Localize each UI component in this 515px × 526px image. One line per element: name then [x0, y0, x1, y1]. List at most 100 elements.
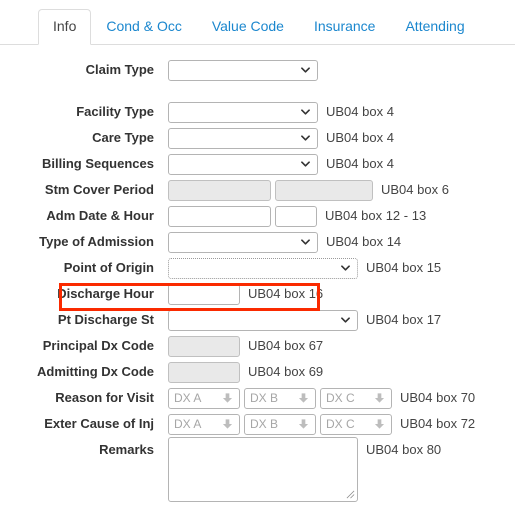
dx-a-placeholder: DX A	[174, 416, 202, 431]
form-row-adm-date-hour: Adm Date & Hour UB04 box 12 - 13	[0, 203, 515, 229]
dx-b-placeholder: DX B	[250, 390, 279, 405]
tab-cond-occ[interactable]: Cond & Occ	[91, 9, 196, 45]
billing-sequences-select[interactable]	[168, 153, 318, 175]
note-discharge-hour: UB04 box 16	[248, 286, 324, 301]
label-exter-cause-of-inj: Exter Cause of Inj	[44, 416, 154, 431]
arrow-down-icon	[298, 393, 309, 404]
controls-exter-cause-of-inj: DX A DX B DX C	[168, 413, 392, 435]
exter-cause-dx-a[interactable]: DX A	[168, 413, 240, 435]
label-principal-dx-code: Principal Dx Code	[42, 338, 154, 353]
controls-reason-for-visit: DX A DX B DX C	[168, 387, 392, 409]
stm-cover-to-input[interactable]	[275, 179, 373, 201]
type-of-admission-select[interactable]	[168, 231, 318, 253]
label-type-of-admission: Type of Admission	[39, 234, 154, 249]
note-billing-sequences: UB04 box 4	[326, 156, 394, 171]
note-principal-dx-code: UB04 box 67	[248, 338, 324, 353]
note-point-of-origin: UB04 box 15	[366, 260, 442, 275]
form-row-remarks: Remarks UB04 box 80	[0, 437, 515, 509]
label-remarks: Remarks	[99, 442, 154, 457]
controls-point-of-origin	[168, 257, 358, 279]
note-reason-for-visit: UB04 box 70	[400, 390, 476, 405]
form-row-care-type: Care Type UB04 box 4	[0, 125, 515, 151]
controls-adm-date-hour	[168, 205, 317, 227]
controls-discharge-hour	[168, 283, 240, 305]
arrow-down-icon	[374, 393, 385, 404]
claim-type-select[interactable]	[168, 59, 318, 81]
chevron-down-icon	[301, 108, 310, 117]
form-row-principal-dx-code: Principal Dx Code UB04 box 67	[0, 333, 515, 359]
note-remarks: UB04 box 80	[366, 442, 442, 457]
label-pt-discharge-st: Pt Discharge St	[57, 312, 154, 327]
adm-hour-input[interactable]	[275, 205, 317, 227]
note-admitting-dx-code: UB04 box 69	[248, 364, 324, 379]
arrow-down-icon	[298, 419, 309, 430]
arrow-down-icon	[222, 419, 233, 430]
controls-care-type	[168, 127, 318, 149]
controls-pt-discharge-st	[168, 309, 358, 331]
controls-facility-type	[168, 101, 318, 123]
controls-principal-dx-code	[168, 335, 240, 357]
controls-claim-type	[168, 59, 318, 81]
arrow-down-icon	[222, 393, 233, 404]
label-billing-sequences: Billing Sequences	[42, 156, 154, 171]
form-row-exter-cause-of-inj: Exter Cause of Inj DX A DX B DX C UB04 b…	[0, 411, 515, 437]
tab-attending[interactable]: Attending	[390, 9, 479, 45]
form-row-billing-sequences: Billing Sequences UB04 box 4	[0, 151, 515, 177]
resize-grip-icon[interactable]	[346, 490, 355, 499]
chevron-down-icon	[301, 160, 310, 169]
reason-for-visit-dx-c[interactable]: DX C	[320, 387, 392, 409]
label-reason-for-visit: Reason for Visit	[55, 390, 154, 405]
controls-stm-cover-period	[168, 179, 373, 201]
note-pt-discharge-st: UB04 box 17	[366, 312, 442, 327]
reason-for-visit-dx-b[interactable]: DX B	[244, 387, 316, 409]
tab-insurance[interactable]: Insurance	[299, 9, 390, 45]
note-exter-cause-of-inj: UB04 box 72	[400, 416, 476, 431]
chevron-down-icon	[301, 66, 310, 75]
reason-for-visit-dx-a[interactable]: DX A	[168, 387, 240, 409]
note-facility-type: UB04 box 4	[326, 104, 394, 119]
tab-value-code[interactable]: Value Code	[197, 9, 299, 45]
point-of-origin-select[interactable]	[168, 257, 358, 279]
label-claim-type: Claim Type	[85, 62, 154, 77]
dx-c-placeholder: DX C	[326, 390, 355, 405]
form-row-admitting-dx-code: Admitting Dx Code UB04 box 69	[0, 359, 515, 385]
adm-date-input[interactable]	[168, 205, 271, 227]
stm-cover-from-input[interactable]	[168, 179, 271, 201]
form-row-stm-cover-period: Stm Cover Period UB04 box 6	[0, 177, 515, 203]
chevron-down-icon	[301, 134, 310, 143]
principal-dx-code-input[interactable]	[168, 335, 240, 357]
label-admitting-dx-code: Admitting Dx Code	[37, 364, 154, 379]
pt-discharge-st-select[interactable]	[168, 309, 358, 331]
exter-cause-dx-b[interactable]: DX B	[244, 413, 316, 435]
controls-billing-sequences	[168, 153, 318, 175]
tab-info[interactable]: Info	[38, 9, 92, 45]
controls-remarks	[168, 437, 358, 502]
care-type-select[interactable]	[168, 127, 318, 149]
chevron-down-icon	[341, 316, 350, 325]
form-row-type-of-admission: Type of Admission UB04 box 14	[0, 229, 515, 255]
chevron-down-icon	[301, 238, 310, 247]
dx-c-placeholder: DX C	[326, 416, 355, 431]
info-form: Claim Type Facility Type UB04 box 4 Care…	[0, 45, 515, 509]
exter-cause-dx-c[interactable]: DX C	[320, 413, 392, 435]
admitting-dx-code-input[interactable]	[168, 361, 240, 383]
form-row-pt-discharge-st: Pt Discharge St UB04 box 17	[0, 307, 515, 333]
form-row-claim-type: Claim Type	[0, 57, 515, 83]
facility-type-select[interactable]	[168, 101, 318, 123]
dx-b-placeholder: DX B	[250, 416, 279, 431]
label-adm-date-hour: Adm Date & Hour	[46, 208, 154, 223]
label-facility-type: Facility Type	[76, 104, 154, 119]
remarks-textarea[interactable]	[168, 437, 358, 502]
label-discharge-hour: Discharge Hour	[57, 286, 154, 301]
form-row-discharge-hour: Discharge Hour UB04 box 16	[0, 281, 515, 307]
note-care-type: UB04 box 4	[326, 130, 394, 145]
chevron-down-icon	[341, 264, 350, 273]
arrow-down-icon	[374, 419, 385, 430]
label-care-type: Care Type	[92, 130, 154, 145]
dx-a-placeholder: DX A	[174, 390, 202, 405]
form-row-reason-for-visit: Reason for Visit DX A DX B DX C UB04 box…	[0, 385, 515, 411]
discharge-hour-input[interactable]	[168, 283, 240, 305]
tab-bar: Info Cond & Occ Value Code Insurance Att…	[0, 0, 515, 45]
form-row-point-of-origin: Point of Origin UB04 box 15	[0, 255, 515, 281]
label-stm-cover-period: Stm Cover Period	[44, 182, 154, 197]
